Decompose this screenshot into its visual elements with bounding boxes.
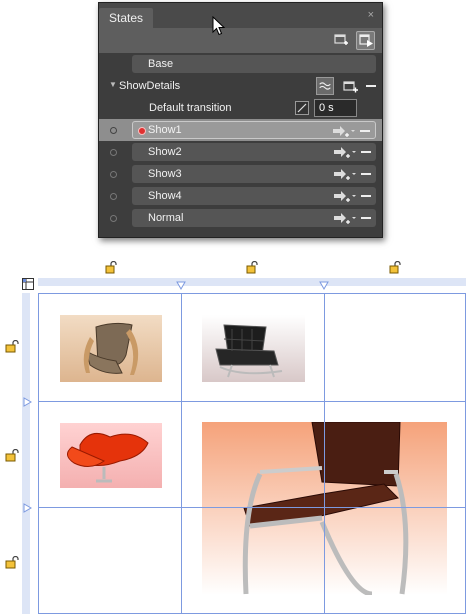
state-indicator-dot <box>110 149 117 156</box>
state-row-show3[interactable]: Show3 <box>99 163 382 185</box>
states-tab[interactable]: States <box>99 8 154 28</box>
column-divider-marker[interactable] <box>176 281 186 290</box>
row-grid-line <box>39 401 465 402</box>
state-actions <box>333 146 372 158</box>
state-indicator-dot <box>110 171 117 178</box>
transition-preview-button[interactable] <box>356 31 375 50</box>
unlock-icon[interactable] <box>246 261 260 275</box>
state-label: Show1 <box>148 124 182 136</box>
add-transition-icon[interactable] <box>333 212 357 224</box>
state-actions <box>333 168 372 180</box>
grid-mode-icon[interactable] <box>22 278 34 290</box>
row-divider-marker[interactable] <box>23 503 32 513</box>
state-group-row[interactable]: ▼ ShowDetails <box>99 75 382 97</box>
column-grid-line <box>324 294 325 613</box>
state-row-show4[interactable]: Show4 <box>99 185 382 207</box>
states-toolbar <box>99 28 382 53</box>
base-state-row[interactable]: Base <box>99 53 382 75</box>
base-state-pill[interactable]: Base <box>132 55 376 73</box>
delete-state-icon[interactable] <box>360 190 372 202</box>
default-transition-row: Default transition 0 s <box>99 97 382 119</box>
delete-state-icon[interactable] <box>360 212 372 224</box>
state-row-show2[interactable]: Show2 <box>99 141 382 163</box>
layout-grid[interactable] <box>38 293 466 614</box>
state-row-show1[interactable]: Show1 <box>99 119 382 141</box>
state-indicator-dot <box>110 215 117 222</box>
state-label: Show4 <box>148 190 182 202</box>
add-state-icon[interactable] <box>341 77 359 95</box>
panel-header: States × <box>99 3 382 28</box>
unlock-icon[interactable] <box>4 556 22 570</box>
state-row-normal[interactable]: Normal <box>99 207 382 229</box>
states-panel: States × Base ▼ ShowDetails Default tran… <box>98 2 383 238</box>
add-transition-icon[interactable] <box>333 146 357 158</box>
state-actions <box>332 125 371 137</box>
expand-arrow-icon[interactable]: ▼ <box>109 80 117 89</box>
close-icon[interactable]: × <box>368 10 374 21</box>
state-indicator-dot <box>110 127 117 134</box>
add-transition-icon[interactable] <box>333 190 357 202</box>
recording-icon <box>138 127 146 135</box>
unlock-icon[interactable] <box>4 449 22 463</box>
state-pill[interactable]: Show2 <box>132 143 376 161</box>
black-leather-chair-icon[interactable] <box>202 315 305 382</box>
state-pill[interactable]: Show3 <box>132 165 376 183</box>
state-label: Show3 <box>148 168 182 180</box>
woven-lounge-chair-icon[interactable] <box>60 315 162 382</box>
unlock-icon[interactable] <box>389 261 403 275</box>
state-group-name: ShowDetails <box>119 80 181 92</box>
add-state-group-button[interactable] <box>332 31 351 50</box>
delete-state-icon[interactable] <box>360 146 372 158</box>
add-transition-icon[interactable] <box>333 168 357 180</box>
state-pill[interactable]: Normal <box>132 209 376 227</box>
default-transition-label: Default transition <box>149 102 232 114</box>
state-label: Normal <box>148 212 184 224</box>
column-ruler[interactable] <box>38 278 466 286</box>
transition-duration-input[interactable]: 0 s <box>314 99 357 117</box>
state-actions <box>333 212 372 224</box>
state-pill[interactable]: Show1 <box>132 121 376 139</box>
group-actions <box>315 77 378 95</box>
mouse-pointer-icon <box>212 16 226 36</box>
base-state-label: Base <box>148 58 174 70</box>
state-label: Show2 <box>148 146 182 158</box>
state-pill[interactable]: Show4 <box>132 187 376 205</box>
red-swan-chair-icon[interactable] <box>60 423 162 488</box>
row-grid-line <box>39 507 465 508</box>
remove-group-icon[interactable] <box>364 77 378 95</box>
add-transition-icon[interactable] <box>332 125 356 137</box>
delete-state-icon[interactable] <box>360 168 372 180</box>
transition-preview-icon <box>359 34 373 47</box>
easing-function-icon[interactable] <box>295 101 309 115</box>
unlock-icon[interactable] <box>105 261 119 275</box>
column-grid-line <box>181 294 182 613</box>
column-divider-marker[interactable] <box>319 281 329 290</box>
row-ruler[interactable] <box>22 293 30 614</box>
delete-state-icon[interactable] <box>359 125 371 137</box>
row-divider-marker[interactable] <box>23 397 32 407</box>
state-actions <box>333 190 372 202</box>
state-indicator-dot <box>110 193 117 200</box>
unlock-icon[interactable] <box>4 340 22 354</box>
add-state-group-icon <box>334 34 348 45</box>
fluid-layout-icon[interactable] <box>315 77 334 95</box>
